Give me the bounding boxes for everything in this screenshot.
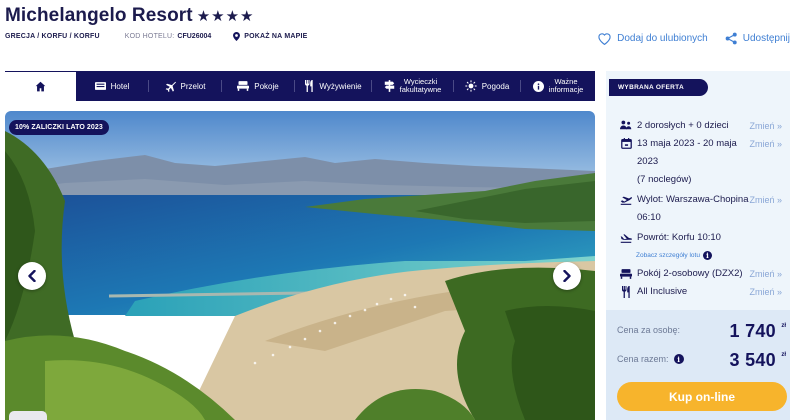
plane-arrival-icon xyxy=(620,234,632,243)
offer-departure-line1: Wylot: Warszawa-Chopina xyxy=(637,194,749,205)
buy-online-button[interactable]: Kup on-line xyxy=(617,382,787,411)
tab-flight-label: Przelot xyxy=(180,81,206,91)
share-button[interactable]: Udostępnij xyxy=(725,32,790,45)
price-info-icon[interactable]: i xyxy=(673,354,684,364)
map-pin-icon xyxy=(233,32,241,41)
change-room-link[interactable]: Zmień » xyxy=(749,265,782,283)
flight-info-icon: i xyxy=(702,251,712,260)
chevron-right-icon xyxy=(563,270,571,282)
change-dates-link[interactable]: Zmień » xyxy=(749,135,782,153)
offer-room: Pokój 2-osobowy (DZX2) xyxy=(637,268,743,279)
signpost-icon xyxy=(384,80,394,92)
offer-nights: (7 noclegów) xyxy=(637,174,692,185)
tab-flight[interactable]: Przelot xyxy=(149,71,221,101)
cutlery-icon xyxy=(305,80,314,92)
tab-hotel-label: Hotel xyxy=(110,81,130,91)
price-total-currency: zł xyxy=(781,352,786,358)
offer-return: Powrót: Korfu 10:10 xyxy=(637,232,721,243)
people-icon xyxy=(620,120,632,130)
hotel-name: Michelangelo Resort xyxy=(5,5,193,26)
offer-guests: 2 dorosłych + 0 dzieci xyxy=(637,120,729,131)
breadcrumb-location[interactable]: GRECJA / KORFU / KORFU xyxy=(5,33,100,40)
price-total-row-label: Cena razem: i xyxy=(617,354,684,364)
tab-weather-label: Pogoda xyxy=(481,81,510,91)
sun-icon xyxy=(465,80,477,92)
plane-departure-icon xyxy=(620,196,632,205)
tab-rooms[interactable]: Pokoje xyxy=(222,71,294,101)
gallery-next-button[interactable] xyxy=(553,262,581,290)
change-departure-link[interactable]: Zmień » xyxy=(749,191,782,209)
hotel-code-value: CFU26004 xyxy=(177,33,212,40)
flight-details-label: Zobacz szczegóły lotu xyxy=(636,252,700,259)
share-icon xyxy=(725,32,737,45)
hotel-stars: ★★★★ xyxy=(196,8,255,25)
heart-icon xyxy=(598,33,611,45)
price-per-person-label: Cena za osobę: xyxy=(617,325,681,335)
offer-board: All Inclusive xyxy=(637,286,688,297)
info-icon xyxy=(532,80,544,92)
calendar-icon xyxy=(620,138,632,149)
gallery-prev-button[interactable] xyxy=(18,262,46,290)
breadcrumb: GRECJA / KORFU / KORFU KOD HOTELU: CFU26… xyxy=(5,32,308,41)
tab-board[interactable]: Wyżywienie xyxy=(295,71,371,101)
offer-departure-line2: 06:10 xyxy=(637,212,661,223)
tab-excursions-line2: fakultatywne xyxy=(399,85,442,94)
cutlery-icon xyxy=(622,286,630,298)
price-total-label: Cena razem: xyxy=(617,354,669,364)
show-on-map-link[interactable]: POKAŻ NA MAPIE xyxy=(233,32,307,41)
hotel-icon xyxy=(94,82,106,90)
offer-dates-line1: 13 maja 2023 - 20 maja xyxy=(637,138,737,149)
price-per-person-value: 1 740 xyxy=(729,321,776,341)
hotel-tabs-nav: Hotel Przelot Pokoje Wyżywienie Wycieczk… xyxy=(5,71,595,101)
header-actions: Dodaj do ulubionych Udostępnij xyxy=(597,32,790,45)
gallery-thumbnail-chip[interactable] xyxy=(9,411,47,420)
tab-rooms-label: Pokoje xyxy=(254,81,279,91)
hotel-title: Michelangelo Resort ★★★★ xyxy=(5,5,255,27)
offer-dates-line2: 2023 xyxy=(637,156,659,167)
hotel-code-label: KOD HOTELU: xyxy=(124,33,175,40)
beach-photo xyxy=(5,111,595,420)
add-to-favorites-label: Dodaj do ulubionych xyxy=(617,33,708,44)
tab-excursions[interactable]: Wycieczki fakultatywne xyxy=(372,71,453,101)
share-label: Udostępnij xyxy=(742,33,790,44)
bed-icon xyxy=(620,269,632,279)
tab-hotel[interactable]: Hotel xyxy=(76,71,148,101)
change-board-link[interactable]: Zmień » xyxy=(749,283,782,301)
selected-offer-badge: WYBRANA OFERTA xyxy=(609,79,708,96)
flight-details-link[interactable]: Zobacz szczegóły lotu i xyxy=(636,251,712,260)
price-total-value: 3 540 xyxy=(729,350,776,370)
tab-weather[interactable]: Pogoda xyxy=(454,71,520,101)
chevron-left-icon xyxy=(28,270,36,282)
price-box: Cena za osobę: 1 740 zł Cena razem: i 3 … xyxy=(606,310,790,420)
home-icon xyxy=(35,81,46,92)
photo-gallery[interactable]: 10% ZALICZKI LATO 2023 xyxy=(5,111,595,420)
plane-icon xyxy=(165,81,176,92)
change-guests-link[interactable]: Zmień » xyxy=(749,117,782,135)
tab-home[interactable] xyxy=(5,71,76,101)
promo-badge: 10% ZALICZKI LATO 2023 xyxy=(9,120,109,135)
add-to-favorites-button[interactable]: Dodaj do ulubionych xyxy=(597,32,708,45)
show-on-map-label: POKAŻ NA MAPIE xyxy=(244,33,308,40)
tab-board-label: Wyżywienie xyxy=(319,81,362,91)
bed-icon xyxy=(237,81,250,91)
price-per-person-currency: zł xyxy=(781,323,786,329)
tab-important-info[interactable]: Ważne informacje xyxy=(521,71,595,101)
tab-important-info-line2: informacje xyxy=(548,85,584,94)
